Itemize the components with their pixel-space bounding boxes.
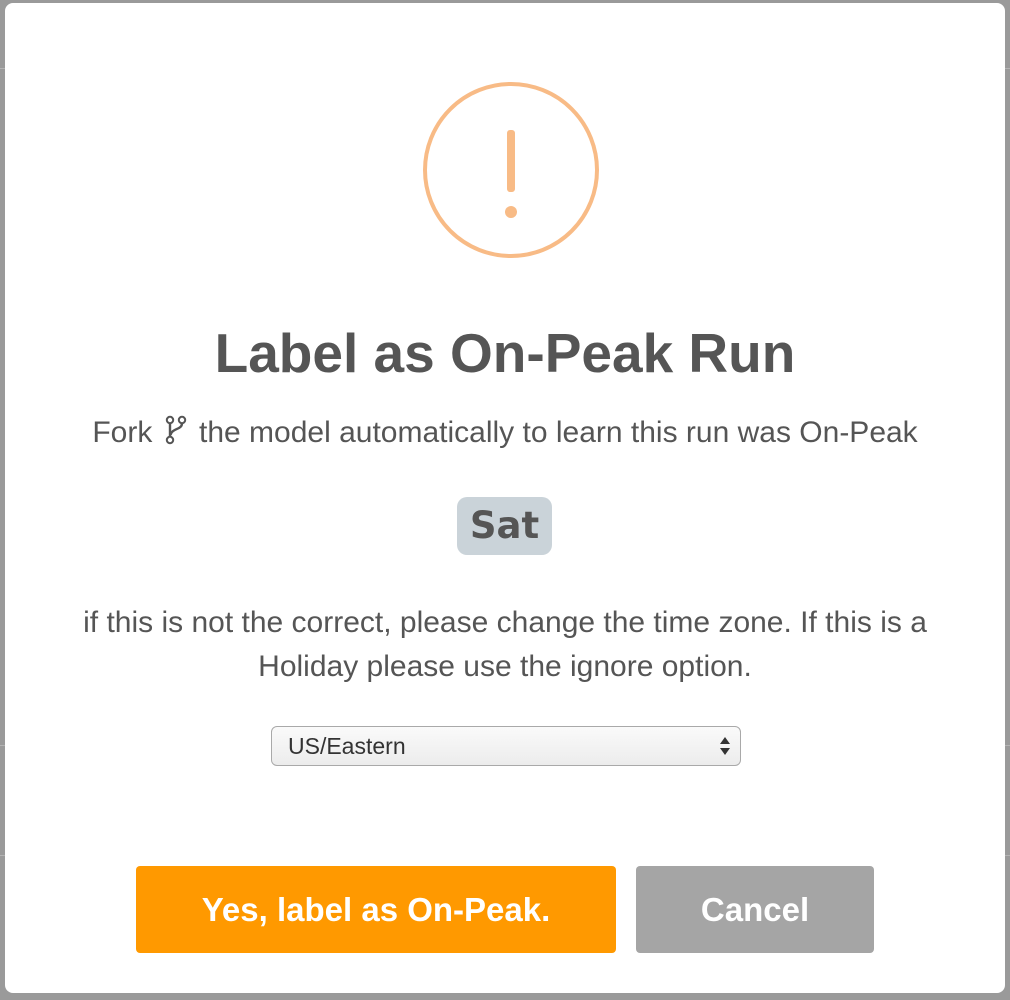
dialog-subtitle: Fork the model automatically to learn th… (5, 415, 1005, 450)
confirm-button[interactable]: Yes, label as On-Peak. (136, 866, 616, 953)
timezone-select[interactable]: US/Eastern (271, 726, 741, 766)
confirm-dialog: Label as On-Peak Run Fork the model auto… (5, 3, 1005, 993)
select-arrows-icon (720, 737, 730, 755)
subtitle-before: Fork (92, 416, 153, 449)
timezone-select-value: US/Eastern (288, 733, 406, 759)
timezone-note: if this is not the correct, please chang… (83, 606, 927, 683)
cancel-button[interactable]: Cancel (636, 866, 874, 953)
dialog-title: Label as On-Peak Run (214, 322, 796, 384)
exclamation-circle-icon (423, 82, 599, 258)
code-fork-icon (165, 415, 186, 445)
day-badge: Sat (457, 497, 552, 555)
subtitle-after: the model automatically to learn this ru… (199, 416, 918, 449)
